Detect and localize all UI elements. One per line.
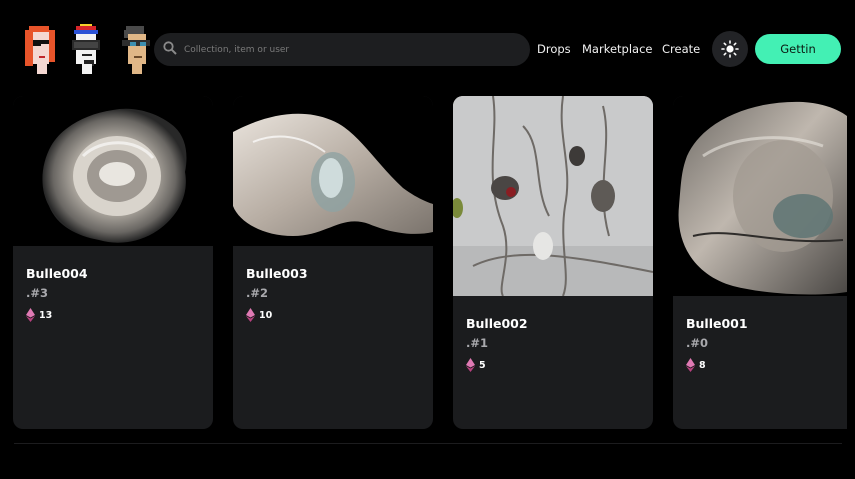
nft-price: 10 bbox=[246, 308, 272, 322]
nft-card[interactable]: Bulle001 .#0 8 bbox=[673, 96, 847, 429]
nft-price: 8 bbox=[686, 358, 706, 372]
punk-avatar-glasses-icon bbox=[122, 26, 150, 74]
avatar-glasses[interactable] bbox=[114, 22, 154, 74]
ethereum-icon bbox=[246, 308, 255, 322]
nft-name: Bulle003 bbox=[246, 266, 308, 281]
nft-edition: .#0 bbox=[686, 336, 709, 350]
nav-drops[interactable]: Drops bbox=[537, 42, 571, 56]
nav-create[interactable]: Create bbox=[662, 42, 700, 56]
nft-card[interactable]: Bulle003 .#2 10 bbox=[233, 96, 433, 429]
theme-toggle-button[interactable] bbox=[712, 31, 748, 67]
nft-price-value: 13 bbox=[39, 309, 53, 321]
get-in-button[interactable]: Gettin bbox=[755, 34, 841, 64]
nft-edition: .#2 bbox=[246, 286, 269, 300]
ethereum-icon bbox=[26, 308, 35, 322]
ethereum-icon bbox=[466, 358, 475, 372]
punk-avatar-vr-goggles-icon bbox=[72, 24, 100, 74]
nft-artwork-image bbox=[678, 101, 847, 295]
sun-icon bbox=[721, 40, 739, 58]
nft-artwork-image bbox=[453, 96, 653, 296]
nft-price-value: 10 bbox=[259, 309, 273, 321]
avatar-red-hair[interactable] bbox=[19, 22, 59, 74]
nft-artwork[interactable] bbox=[673, 96, 847, 296]
avatar-vr-goggles[interactable] bbox=[66, 22, 106, 74]
search-bar[interactable] bbox=[154, 33, 530, 66]
nft-artwork-image bbox=[233, 111, 433, 246]
nft-edition: .#1 bbox=[466, 336, 489, 350]
nft-price-value: 8 bbox=[699, 359, 706, 371]
nft-artwork[interactable] bbox=[233, 96, 433, 246]
ethereum-icon bbox=[686, 358, 695, 372]
nav-marketplace[interactable]: Marketplace bbox=[582, 42, 652, 56]
nft-price: 5 bbox=[466, 358, 486, 372]
search-icon bbox=[163, 41, 177, 55]
nft-price-value: 5 bbox=[479, 359, 486, 371]
nft-name: Bulle002 bbox=[466, 316, 528, 331]
punk-avatar-red-hair-icon bbox=[25, 26, 55, 74]
nft-card[interactable]: Bulle004 .#3 13 bbox=[13, 96, 213, 429]
nft-artwork[interactable] bbox=[13, 96, 213, 246]
nft-artwork[interactable] bbox=[453, 96, 653, 296]
divider bbox=[14, 443, 842, 444]
nft-price: 13 bbox=[26, 308, 52, 322]
search-input[interactable] bbox=[182, 39, 516, 61]
nft-name: Bulle001 bbox=[686, 316, 748, 331]
nft-artwork-image bbox=[42, 108, 187, 243]
nft-edition: .#3 bbox=[26, 286, 49, 300]
nft-card[interactable]: Bulle002 .#1 5 bbox=[453, 96, 653, 429]
nft-name: Bulle004 bbox=[26, 266, 88, 281]
